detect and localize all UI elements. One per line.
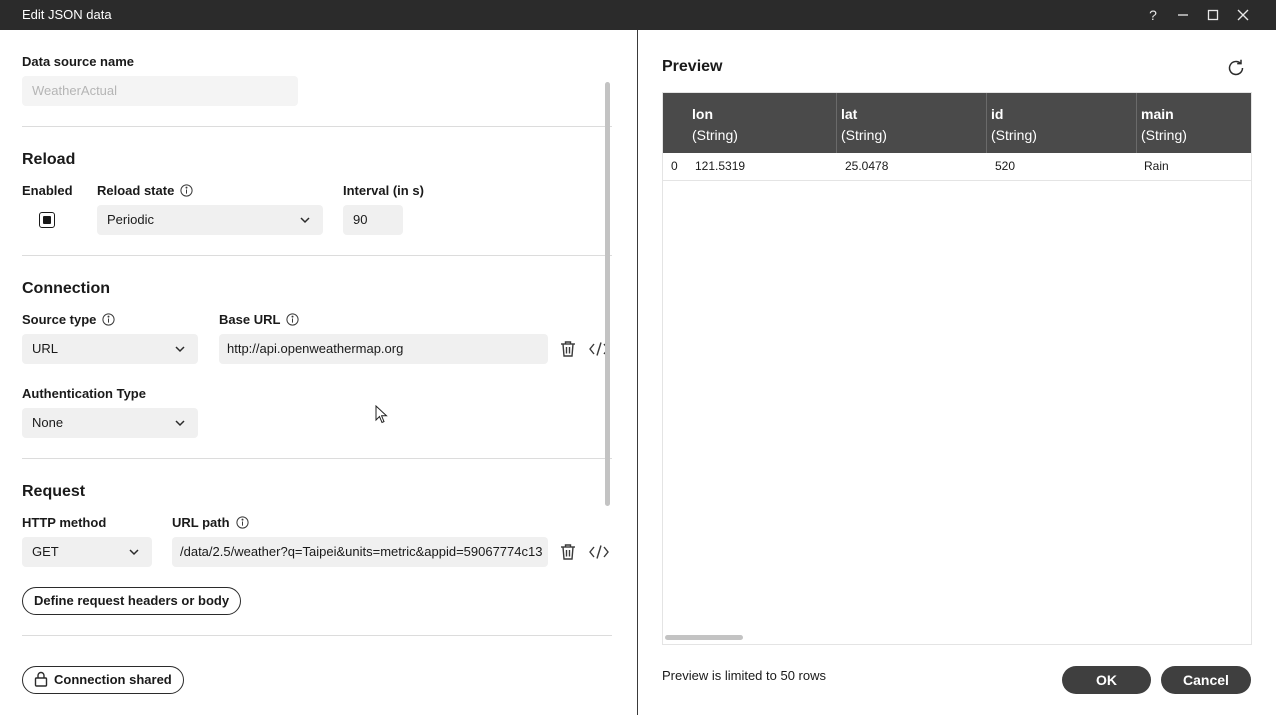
chevron-down-icon: [129, 549, 139, 556]
column-header-id[interactable]: id (String): [986, 93, 1136, 153]
minimize-button[interactable]: [1168, 0, 1198, 30]
chevron-down-icon: [300, 217, 310, 224]
close-icon: [1237, 9, 1249, 21]
connection-shared-button[interactable]: Connection shared: [22, 666, 184, 694]
column-type: (String): [841, 127, 887, 143]
table-row[interactable]: 0 121.5319 25.0478 520 Rain: [663, 153, 1251, 181]
reload-state-label: Reload state: [97, 183, 193, 200]
preview-limit-note: Preview is limited to 50 rows: [662, 668, 826, 683]
help-button[interactable]: ?: [1138, 0, 1168, 30]
url-path-label: URL path: [172, 515, 249, 532]
chevron-down-icon: [175, 420, 185, 427]
trash-icon: [561, 544, 575, 560]
lock-icon: [34, 671, 48, 687]
base-url-input[interactable]: http://api.openweathermap.org: [219, 334, 548, 364]
title-bar: Edit JSON data ?: [0, 0, 1276, 30]
cancel-button[interactable]: Cancel: [1161, 666, 1251, 694]
column-name: lat: [841, 106, 858, 122]
reload-state-label-text: Reload state: [97, 183, 175, 198]
chevron-down-icon: [175, 346, 185, 353]
maximize-button[interactable]: [1198, 0, 1228, 30]
row-index: 0: [671, 159, 678, 173]
divider: [22, 635, 612, 636]
reload-heading: Reload: [22, 151, 76, 168]
url-path-label-text: URL path: [172, 515, 230, 530]
base-url-value: http://api.openweathermap.org: [227, 341, 404, 356]
column-type: (String): [1141, 127, 1187, 143]
refresh-icon: [1228, 59, 1244, 76]
column-header-main[interactable]: main (String): [1136, 93, 1251, 153]
http-method-value: GET: [32, 544, 59, 559]
delete-base-url-button[interactable]: [557, 338, 579, 360]
reload-state-value: Periodic: [107, 212, 154, 227]
preview-panel: Preview lon (String) lat (String) id (St…: [638, 30, 1276, 715]
column-name: lon: [692, 106, 713, 122]
divider: [22, 255, 612, 256]
table-cell: Rain: [1144, 159, 1169, 173]
enabled-label: Enabled: [22, 183, 73, 198]
url-path-value: /data/2.5/weather?q=Taipei&units=metric&…: [180, 544, 543, 559]
url-path-input[interactable]: /data/2.5/weather?q=Taipei&units=metric&…: [172, 537, 548, 567]
connection-heading: Connection: [22, 280, 110, 297]
mouse-cursor-icon: [375, 405, 388, 424]
data-source-name-label: Data source name: [22, 54, 134, 69]
vertical-scrollbar[interactable]: [605, 82, 610, 662]
column-type: (String): [692, 127, 738, 143]
divider: [22, 126, 612, 127]
auth-type-value: None: [32, 415, 64, 430]
column-name: id: [991, 106, 1004, 122]
interval-label: Interval (in s): [343, 183, 424, 198]
source-type-value: URL: [32, 341, 59, 356]
source-type-label-text: Source type: [22, 312, 97, 327]
window-title: Edit JSON data: [22, 7, 112, 22]
data-source-name-field: WeatherActual: [22, 76, 298, 106]
data-source-name-value: WeatherActual: [32, 83, 118, 98]
http-method-label: HTTP method: [22, 515, 107, 530]
interval-value: 90: [353, 212, 368, 227]
source-type-label: Source type: [22, 312, 116, 329]
auth-type-label: Authentication Type: [22, 386, 146, 401]
base-url-label: Base URL: [219, 312, 300, 329]
column-header-lon[interactable]: lon (String): [691, 93, 837, 153]
interval-input[interactable]: 90: [343, 205, 403, 235]
info-icon[interactable]: [235, 516, 249, 532]
table-cell: 25.0478: [845, 159, 889, 173]
delete-url-path-button[interactable]: [557, 541, 579, 563]
info-icon[interactable]: [180, 184, 193, 200]
base-url-label-text: Base URL: [219, 312, 281, 327]
divider: [22, 458, 612, 459]
http-method-select[interactable]: GET: [22, 537, 152, 567]
auth-type-select[interactable]: None: [22, 408, 198, 438]
horizontal-scrollbar-thumb[interactable]: [665, 635, 743, 640]
refresh-button[interactable]: [1226, 58, 1248, 80]
request-heading: Request: [22, 483, 86, 500]
column-name: main: [1141, 106, 1174, 122]
info-icon[interactable]: [102, 313, 116, 329]
preview-title: Preview: [662, 58, 723, 75]
table-cell: 520: [995, 159, 1016, 173]
enabled-checkbox[interactable]: [39, 212, 55, 228]
column-header-lat[interactable]: lat (String): [836, 93, 986, 153]
minimize-icon: [1178, 14, 1188, 16]
table-cell: 121.5319: [695, 159, 746, 173]
preview-table[interactable]: lon (String) lat (String) id (String) ma…: [662, 92, 1252, 645]
column-type: (String): [991, 127, 1037, 143]
help-icon: ?: [1149, 7, 1157, 23]
ok-button[interactable]: OK: [1062, 666, 1151, 694]
settings-panel: Data source name WeatherActual Reload En…: [0, 30, 637, 715]
source-type-select[interactable]: URL: [22, 334, 198, 364]
reload-state-select[interactable]: Periodic: [97, 205, 323, 235]
connection-shared-label: Connection shared: [54, 672, 172, 687]
define-request-headers-button[interactable]: Define request headers or body: [22, 587, 242, 615]
maximize-icon: [1207, 9, 1219, 21]
trash-icon: [561, 341, 575, 357]
info-icon[interactable]: [286, 313, 300, 329]
table-header: lon (String) lat (String) id (String) ma…: [663, 93, 1251, 153]
scrollbar-thumb[interactable]: [605, 82, 610, 506]
close-button[interactable]: [1228, 0, 1258, 30]
